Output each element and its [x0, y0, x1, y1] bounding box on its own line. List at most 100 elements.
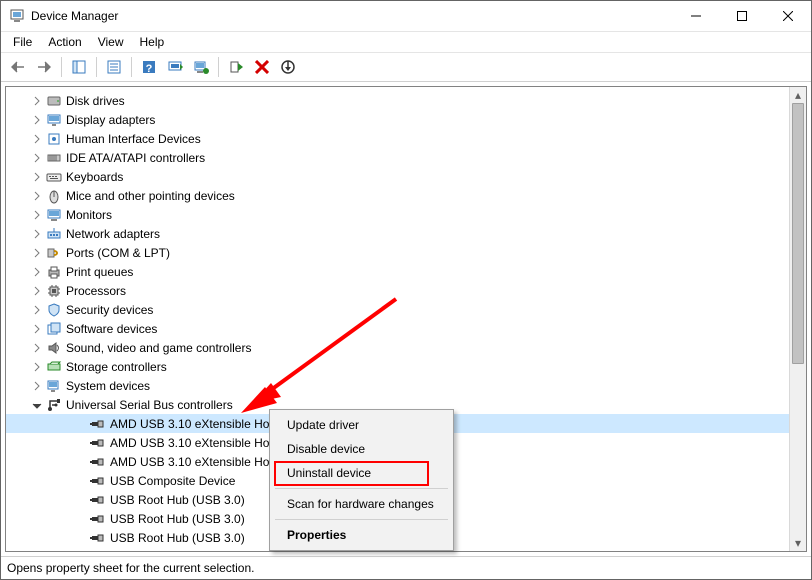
sound-icon	[46, 340, 62, 356]
menu-view[interactable]: View	[90, 33, 132, 51]
no-expander-icon	[74, 474, 88, 488]
usb-dev-icon	[90, 454, 106, 470]
menu-help[interactable]: Help	[132, 33, 173, 51]
collapse-icon[interactable]	[30, 398, 44, 412]
expand-icon[interactable]	[30, 341, 44, 355]
app-icon	[9, 8, 25, 24]
no-expander-icon	[74, 455, 88, 469]
expand-icon[interactable]	[30, 170, 44, 184]
forward-button[interactable]	[32, 55, 56, 79]
context-menu: Update driverDisable deviceUninstall dev…	[269, 409, 454, 551]
expand-icon[interactable]	[30, 151, 44, 165]
tree-item-label: System devices	[66, 379, 156, 393]
disable-button[interactable]	[276, 55, 300, 79]
tree-item-label: USB Composite Device	[110, 474, 241, 488]
ctx-disable-device[interactable]: Disable device	[273, 437, 450, 461]
expand-icon[interactable]	[30, 265, 44, 279]
show-hide-tree-button[interactable]	[67, 55, 91, 79]
expand-icon[interactable]	[30, 94, 44, 108]
ctx-properties[interactable]: Properties	[273, 523, 450, 547]
tree-item-label: IDE ATA/ATAPI controllers	[66, 151, 211, 165]
no-expander-icon	[74, 531, 88, 545]
expand-icon[interactable]	[30, 379, 44, 393]
expand-icon[interactable]	[30, 322, 44, 336]
tree-item-storage[interactable]: Storage controllers	[6, 357, 790, 376]
ctx-scan-for-hardware-changes[interactable]: Scan for hardware changes	[273, 492, 450, 516]
tree-item-label: Disk drives	[66, 94, 131, 108]
scroll-thumb[interactable]	[792, 103, 804, 364]
tree-item-label: Display adapters	[66, 113, 161, 127]
expand-icon[interactable]	[30, 246, 44, 260]
tree-item-software[interactable]: Software devices	[6, 319, 790, 338]
tree-item-print[interactable]: Print queues	[6, 262, 790, 281]
tree-item-label: Print queues	[66, 265, 139, 279]
tree-item-label: AMD USB 3.10 eXtensible Host	[110, 455, 285, 469]
tree-item-security[interactable]: Security devices	[6, 300, 790, 319]
tree-item-hid[interactable]: Human Interface Devices	[6, 129, 790, 148]
cpu-icon	[46, 283, 62, 299]
scroll-up-icon[interactable]: ▴	[790, 87, 806, 103]
tree-item-label: Storage controllers	[66, 360, 173, 374]
maximize-button[interactable]	[719, 1, 765, 31]
tree-item-network[interactable]: Network adapters	[6, 224, 790, 243]
tree-item-label: USB Root Hub (USB 3.0)	[110, 493, 251, 507]
system-icon	[46, 378, 62, 394]
tree-item-keyboard[interactable]: Keyboards	[6, 167, 790, 186]
tree-item-cpu[interactable]: Processors	[6, 281, 790, 300]
expand-icon[interactable]	[30, 284, 44, 298]
tree-item-label: Network adapters	[66, 227, 166, 241]
tree-item-mouse[interactable]: Mice and other pointing devices	[6, 186, 790, 205]
enable-button[interactable]	[224, 55, 248, 79]
menu-separator	[275, 519, 448, 520]
display-icon	[46, 112, 62, 128]
print-icon	[46, 264, 62, 280]
tree-item-sound[interactable]: Sound, video and game controllers	[6, 338, 790, 357]
menu-file[interactable]: File	[5, 33, 40, 51]
tree-item-label: USB Root Hub (USB 3.0)	[110, 512, 251, 526]
scan-button[interactable]	[163, 55, 187, 79]
titlebar: Device Manager	[1, 1, 811, 32]
usb-dev-icon	[90, 511, 106, 527]
tree-item-label: USB Root Hub (USB 3.0)	[110, 531, 251, 545]
usb-dev-icon	[90, 492, 106, 508]
close-button[interactable]	[765, 1, 811, 31]
tree-item-label: Keyboards	[66, 170, 129, 184]
ctx-update-driver[interactable]: Update driver	[273, 413, 450, 437]
disk-icon	[46, 93, 62, 109]
no-expander-icon	[74, 493, 88, 507]
ctx-uninstall-device[interactable]: Uninstall device	[273, 461, 450, 485]
usb-dev-icon	[90, 435, 106, 451]
tree-item-disk[interactable]: Disk drives	[6, 91, 790, 110]
help-button[interactable]: ?	[137, 55, 161, 79]
network-icon	[46, 226, 62, 242]
uninstall-button[interactable]	[250, 55, 274, 79]
expand-icon[interactable]	[30, 303, 44, 317]
update-driver-button[interactable]	[189, 55, 213, 79]
expand-icon[interactable]	[30, 360, 44, 374]
expand-icon[interactable]	[30, 208, 44, 222]
status-text: Opens property sheet for the current sel…	[7, 561, 254, 575]
mouse-icon	[46, 188, 62, 204]
vertical-scrollbar[interactable]: ▴ ▾	[789, 87, 806, 551]
expand-icon[interactable]	[30, 113, 44, 127]
back-button[interactable]	[6, 55, 30, 79]
ide-icon	[46, 150, 62, 166]
minimize-button[interactable]	[673, 1, 719, 31]
menu-action[interactable]: Action	[40, 33, 89, 51]
tree-item-label: Processors	[66, 284, 132, 298]
menu-separator	[275, 488, 448, 489]
expand-icon[interactable]	[30, 189, 44, 203]
tree-item-display[interactable]: Display adapters	[6, 110, 790, 129]
properties-button[interactable]	[102, 55, 126, 79]
hid-icon	[46, 131, 62, 147]
tree-item-monitor[interactable]: Monitors	[6, 205, 790, 224]
tree-item-ports[interactable]: Ports (COM & LPT)	[6, 243, 790, 262]
scroll-down-icon[interactable]: ▾	[790, 535, 806, 551]
expand-icon[interactable]	[30, 132, 44, 146]
tree-item-label: Ports (COM & LPT)	[66, 246, 176, 260]
expand-icon[interactable]	[30, 227, 44, 241]
usb-dev-icon	[90, 473, 106, 489]
no-expander-icon	[74, 436, 88, 450]
tree-item-ide[interactable]: IDE ATA/ATAPI controllers	[6, 148, 790, 167]
tree-item-system[interactable]: System devices	[6, 376, 790, 395]
